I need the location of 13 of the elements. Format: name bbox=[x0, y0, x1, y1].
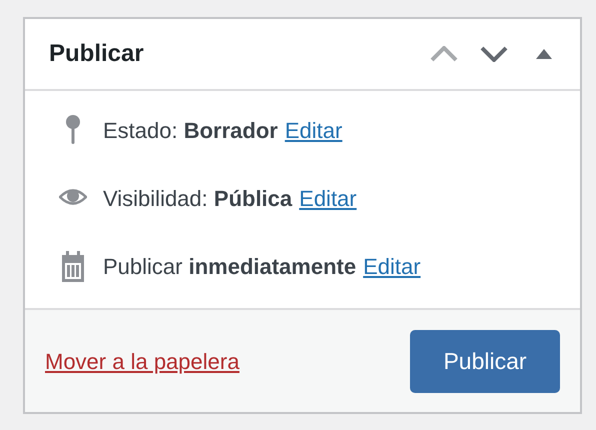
publish-button[interactable]: Publicar bbox=[410, 330, 560, 392]
trash-link[interactable]: Mover a la papelera bbox=[45, 344, 240, 378]
edit-link[interactable]: Editar bbox=[284, 114, 342, 146]
chevron-up-icon bbox=[430, 46, 458, 62]
chevron-down-icon bbox=[480, 46, 508, 62]
publish-setting-text: Estado: Borrador bbox=[103, 116, 278, 144]
publish-setting-text: Publicar inmediatamente bbox=[103, 252, 356, 280]
edit-link[interactable]: Editar bbox=[299, 182, 357, 214]
publish-setting-text: Visibilidad: Pública bbox=[103, 184, 292, 212]
calendar-icon bbox=[59, 249, 87, 283]
edit-link[interactable]: Editar bbox=[363, 250, 421, 282]
triangle-icon bbox=[536, 49, 552, 59]
panel-title: Publicar bbox=[49, 39, 145, 69]
